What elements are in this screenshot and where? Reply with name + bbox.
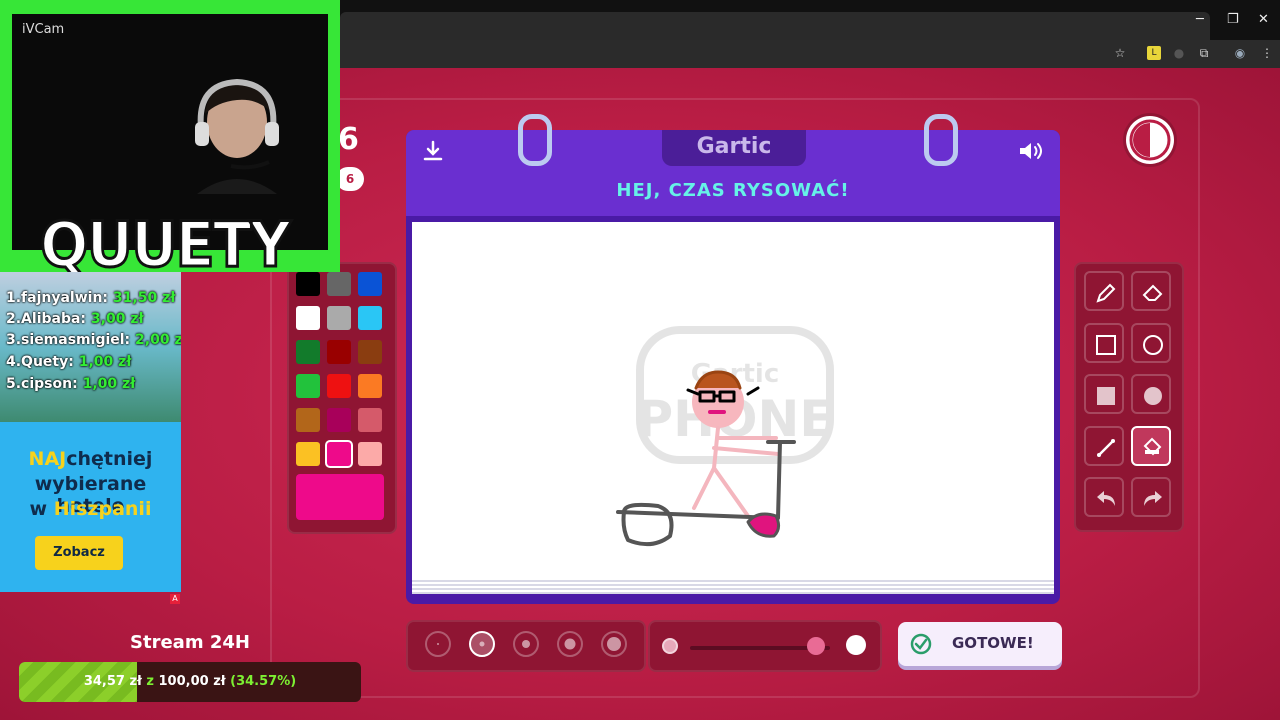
donor-row: 5.cipson: 1,00 zł [6, 376, 136, 392]
color-swatch[interactable] [296, 340, 320, 364]
redo-tool-button[interactable] [1131, 477, 1171, 517]
brush-size-option[interactable] [513, 631, 539, 657]
maximize-button[interactable]: ❐ [1227, 12, 1239, 27]
donor-row: 1.fajnyalwin: 31,50 zł [6, 290, 176, 306]
round-number: 6 [338, 122, 359, 157]
donor-row: 4.Quety: 1,00 zł [6, 354, 132, 370]
pencil-tool-button[interactable] [1084, 271, 1124, 311]
ad-line-1: NAJchętniej [28, 448, 153, 470]
brush-size-dot [479, 641, 485, 647]
ad-choices-badge[interactable]: A [170, 594, 180, 604]
ad-line-3: w Hiszpanii [29, 498, 152, 520]
extension-circle-icon[interactable]: ● [1172, 46, 1186, 60]
redo-icon [1144, 491, 1162, 506]
browser-menu-icon[interactable]: ⋮ [1260, 46, 1274, 60]
color-swatch[interactable] [327, 272, 351, 296]
current-color-preview [296, 474, 384, 520]
line-tool-button[interactable] [1084, 425, 1124, 466]
streamer-image [195, 78, 279, 194]
rect-filled-tool-button[interactable] [1084, 374, 1124, 414]
eraser-icon [1142, 284, 1163, 301]
brush-size-option[interactable] [425, 631, 451, 657]
color-swatch[interactable] [358, 272, 382, 296]
extensions-puzzle-icon[interactable]: ⧉ [1197, 46, 1211, 60]
drawing-canvas[interactable]: Gartic PHONE [412, 222, 1054, 578]
color-swatch[interactable] [358, 408, 382, 432]
stream-goal-title: Stream 24H [130, 632, 250, 653]
opacity-max-icon [846, 635, 866, 655]
brush-size-dot [522, 640, 530, 648]
color-swatch[interactable] [296, 374, 320, 398]
top-donors-panel: 1.fajnyalwin: 31,50 zł 2.Alibaba: 3,00 z… [0, 272, 181, 422]
ellipse-outline-icon [1143, 334, 1163, 355]
stream-goal-text: 34,57 zł z 100,00 zł (34.57%) [83, 674, 297, 689]
advertisement[interactable]: NAJchętniej wybierane hotele w Hiszpanii… [0, 422, 181, 592]
stream-goal-bar: 34,57 zł z 100,00 zł (34.57%) [19, 662, 361, 702]
opacity-min-icon [662, 638, 678, 654]
color-swatch[interactable] [296, 442, 320, 466]
undo-icon [1097, 491, 1115, 506]
brush-size-dot [564, 638, 576, 650]
bucket-tool-button[interactable] [1131, 425, 1171, 466]
rect-outline-icon [1096, 334, 1116, 355]
color-swatch[interactable] [296, 272, 320, 296]
minimize-button[interactable]: ─ [1196, 12, 1204, 27]
donor-row: 2.Alibaba: 3,00 zł [6, 311, 144, 327]
streamer-name: QUUETY [39, 207, 293, 283]
check-badge-icon [910, 633, 932, 659]
extension-icon[interactable]: L [1147, 46, 1161, 60]
bookmark-star-icon[interactable]: ☆ [1113, 46, 1127, 60]
close-window-button[interactable]: ✕ [1258, 12, 1269, 27]
notebook-header: Gartic HEJ, CZAS RYSOWAĆ! [406, 130, 1060, 216]
line-icon [1097, 438, 1115, 457]
color-swatch[interactable] [358, 442, 382, 466]
color-swatch[interactable] [358, 340, 382, 364]
download-icon[interactable] [422, 140, 444, 166]
profile-avatar-icon[interactable]: ◉ [1233, 46, 1247, 60]
pencil-icon [1096, 283, 1116, 303]
donor-row: 3.siemasmigiel: 2,00 zł [6, 332, 181, 348]
sound-icon[interactable] [1018, 140, 1046, 166]
color-swatch[interactable] [327, 408, 351, 432]
color-swatch[interactable] [327, 340, 351, 364]
eraser-tool-button[interactable] [1131, 271, 1171, 311]
ellipse-filled-icon [1144, 387, 1162, 405]
done-button-label: GOTOWE! [952, 634, 1034, 652]
ad-cta-button[interactable]: Zobacz [35, 536, 123, 570]
opacity-slider[interactable] [648, 620, 882, 672]
notebook-ring-left [518, 114, 552, 166]
opacity-handle[interactable] [807, 637, 825, 655]
brush-size-option[interactable] [557, 631, 583, 657]
done-button[interactable]: GOTOWE! [898, 622, 1062, 666]
rect-outline-tool-button[interactable] [1084, 322, 1124, 363]
notebook-pages [412, 578, 1054, 594]
ellipse-filled-tool-button[interactable] [1131, 374, 1171, 414]
gartic-logo: Gartic [696, 134, 772, 159]
brush-size-option[interactable] [601, 631, 627, 657]
bucket-icon [1143, 437, 1162, 455]
color-swatch[interactable] [327, 374, 351, 398]
color-swatch[interactable] [358, 306, 382, 330]
rect-filled-icon [1097, 387, 1115, 405]
webcam-overlay: iVCam QUUETY [0, 0, 340, 283]
color-swatch[interactable] [358, 374, 382, 398]
brush-size-dot [437, 643, 439, 645]
undo-tool-button[interactable] [1084, 477, 1124, 517]
ellipse-outline-tool-button[interactable] [1131, 322, 1171, 363]
color-swatch[interactable] [296, 408, 320, 432]
color-swatch[interactable] [327, 442, 351, 466]
round-pill: 6 [336, 167, 364, 191]
brush-size-option[interactable] [469, 631, 495, 657]
timer-dial [1129, 119, 1171, 161]
instruction-title: HEJ, CZAS RYSOWAĆ! [616, 180, 850, 201]
notebook-ring-right [924, 114, 958, 166]
brush-size-dot [607, 637, 621, 651]
drawing-notebook: Gartic HEJ, CZAS RYSOWAĆ! Gartic PHONE [406, 114, 1060, 604]
browser-tab-strip[interactable] [340, 12, 1210, 40]
webcam-source-label: iVCam [22, 22, 65, 37]
color-swatch[interactable] [296, 306, 320, 330]
timer-icon [1126, 116, 1174, 164]
color-swatch[interactable] [327, 306, 351, 330]
